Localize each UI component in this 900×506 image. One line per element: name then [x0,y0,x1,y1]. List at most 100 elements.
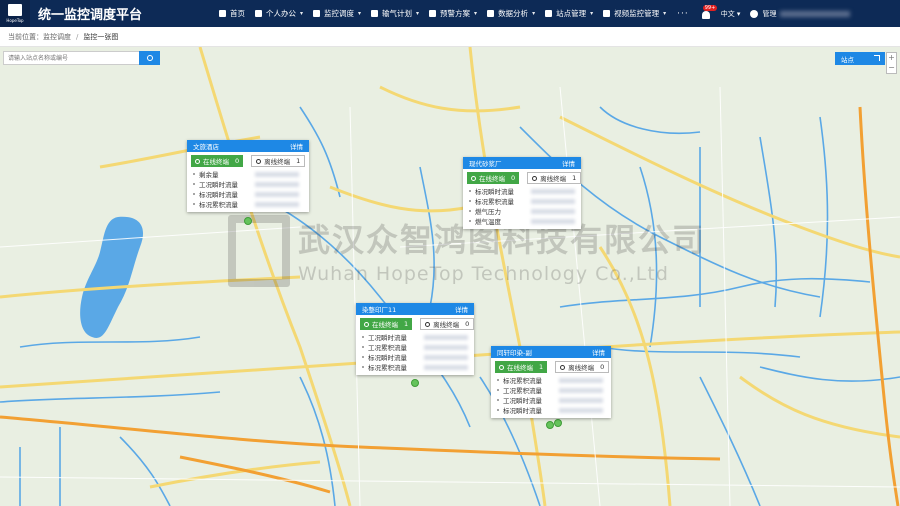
metric-label: 标况累积流量 [199,201,238,209]
metric-value-redacted [255,201,299,207]
site-marker[interactable] [546,421,554,429]
metric-value-redacted [559,377,603,383]
chevron-down-icon: ▾ [532,10,536,17]
metric-row: 标况瞬时流量 [497,405,605,415]
offline-count: 0 [465,320,470,328]
offline-icon [560,364,566,370]
metric-value-redacted [559,387,603,393]
metric-row: 工况累积流量 [497,385,605,395]
metric-label: 工况累积流量 [368,344,407,352]
nav-item-personal-office[interactable]: 个人办公 ▾ [250,0,308,27]
nav-item-data-analysis[interactable]: 数据分析 ▾ [482,0,540,27]
site-popup-dyeing-factory-11: 染整印厂11 详情 在线终端 1 离线终端 0 工况瞬时流量 工况累积流量 标况瞬时流… [356,303,475,375]
offline-terminal-badge[interactable]: 离线终端 0 [420,318,475,330]
site-marker[interactable] [411,379,419,387]
metric-label: 工况累积流量 [503,387,542,395]
map-base-layer [0,47,900,506]
nav-item-warning-plan[interactable]: 预警方案 ▾ [424,0,482,27]
home-icon [219,10,226,17]
online-count: 0 [511,174,516,182]
metric-row: 标况累积流量 [193,199,303,209]
popup-detail-link[interactable]: 详情 [562,158,575,168]
nav-item-gas-plan[interactable]: 输气计划 ▾ [366,0,424,27]
language-selector[interactable]: 中文 ▾ [721,9,741,19]
breadcrumb: 当前位置： 监控调度 / 监控一张图 [0,27,900,47]
company-logo[interactable]: HopeTop [0,0,30,27]
online-terminal-badge[interactable]: 在线终端 0 [467,172,520,184]
metric-value-redacted [531,188,575,194]
metric-row: 标况累积流量 [362,362,468,372]
online-terminal-badge[interactable]: 在线终端 1 [495,361,548,373]
online-terminal-badge[interactable]: 在线终端 1 [360,318,413,330]
offline-count: 1 [296,157,301,165]
site-popup-modern-mortar: 现代砂浆厂 详情 在线终端 0 离线终端 1 标况瞬时流量 标况累积流量 燃气压力 燃… [463,157,582,229]
online-icon [471,175,476,181]
popup-detail-link[interactable]: 详情 [455,304,468,314]
metric-label: 剩余量 [199,171,219,179]
metric-label: 标况瞬时流量 [475,188,514,196]
user-menu[interactable]: 管理 [750,9,851,19]
metric-value-redacted [531,198,575,204]
offline-terminal-badge[interactable]: 离线终端 0 [555,361,610,373]
breadcrumb-item-current: 监控一张图 [83,32,119,41]
notification-badge: 99+ [702,4,718,11]
bell-icon [701,10,710,19]
metric-row: 标况瞬时流量 [469,186,575,196]
offline-count: 1 [572,174,577,182]
offline-terminal-badge[interactable]: 离线终端 1 [527,172,582,184]
metric-value-redacted [559,397,603,403]
site-marker[interactable] [244,217,252,225]
metric-label: 工况瞬时流量 [199,181,238,189]
nav-item-video-monitor[interactable]: 视频监控管理 ▾ [598,0,671,27]
nav-item-monitor-dispatch[interactable]: 监控调度 ▾ [308,0,366,27]
metric-value-redacted [531,218,575,224]
popup-detail-link[interactable]: 详情 [290,141,303,151]
offline-terminal-badge[interactable]: 离线终端 1 [251,155,306,167]
offline-label: 离线终端 [540,175,567,183]
search-icon [146,55,153,61]
zoom-control: + − [886,52,897,74]
zoom-out-button[interactable]: − [888,63,895,73]
site-marker[interactable] [554,419,562,427]
nav-more-button[interactable]: ··· [671,9,695,19]
nav-label: 个人办公 [266,9,296,18]
online-icon [499,364,504,370]
online-icon [364,321,369,327]
nav-label: 首页 [230,9,245,18]
metric-label: 标况瞬时流量 [199,191,238,199]
chart-icon [487,10,495,17]
metric-label: 标况累积流量 [368,364,407,372]
popup-title: 文旅酒店 [193,143,219,151]
nav-item-home[interactable]: 首页 [214,0,250,27]
metric-label: 标况瞬时流量 [368,354,407,362]
metric-row: 标况瞬时流量 [193,189,303,199]
metric-value-redacted [255,181,299,187]
metric-label: 标况累积流量 [475,198,514,206]
online-terminal-badge[interactable]: 在线终端 0 [191,155,244,167]
online-label: 在线终端 [507,364,533,372]
nav-label: 站点管理 [556,9,587,18]
metric-value-redacted [424,364,468,370]
metric-label: 工况瞬时流量 [368,334,407,342]
search-input[interactable] [3,51,139,65]
logo-text: HopeTop [6,18,24,23]
offline-label: 离线终端 [264,158,291,166]
popup-title: 同轩印染-副 [497,349,532,357]
zoom-in-button[interactable]: + [888,53,895,63]
popup-detail-link[interactable]: 详情 [592,347,605,357]
metric-row: 工况瞬时流量 [362,332,468,342]
chevron-down-icon: ▾ [358,10,362,17]
metric-label: 工况瞬时流量 [503,397,542,405]
breadcrumb-item-monitor[interactable]: 监控调度 [43,32,71,42]
metric-row: 标况瞬时流量 [362,352,468,362]
nav-item-site-management[interactable]: 站点管理 ▾ [540,0,598,27]
notification-button[interactable]: 99+ [699,4,718,21]
site-panel-button[interactable]: 站点 [835,52,885,65]
map-canvas[interactable]: 站点 + − 武汉众智鸿图科技有限公司 Wuhan HopeTop Techno… [0,47,900,506]
nav-label: 视频监控管理 [614,9,660,18]
metric-value-redacted [424,354,468,360]
search-button[interactable] [139,51,160,65]
metric-row: 工况瞬时流量 [193,179,303,189]
nav-label: 监控调度 [324,9,355,18]
metric-label: 标况累积流量 [503,377,542,385]
